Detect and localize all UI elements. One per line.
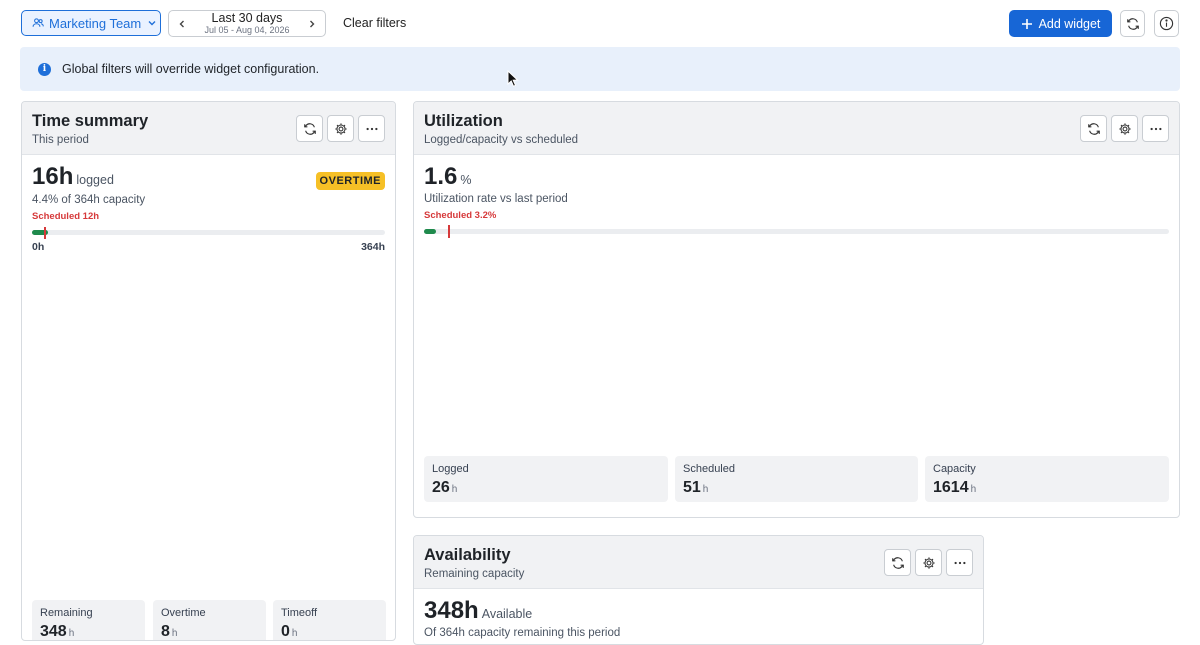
- utilization-desc: Utilization rate vs last period: [424, 193, 568, 205]
- progress-track: [32, 230, 385, 235]
- more-horizontal-icon: [365, 127, 378, 130]
- stat-unit: h: [970, 484, 977, 495]
- utilization-unit: %: [460, 173, 472, 187]
- global-filter-notice: i Global filters will override widget co…: [20, 47, 1180, 91]
- team-selector[interactable]: Marketing Team: [21, 10, 161, 36]
- users-icon: [32, 18, 44, 27]
- more-horizontal-icon: [1149, 127, 1162, 130]
- mouse-cursor-icon: [507, 70, 519, 87]
- widget-refresh-button[interactable]: [884, 549, 911, 576]
- widget-title: Utilization: [424, 112, 503, 130]
- previous-period-button[interactable]: [169, 11, 195, 36]
- info-button[interactable]: [1154, 10, 1179, 37]
- date-range-sub: Jul 05 - Aug 04, 2026: [204, 25, 290, 36]
- widget-subtitle: Logged/capacity vs scheduled: [424, 134, 579, 146]
- notice-text: Global filters will override widget conf…: [62, 62, 320, 76]
- stat-value: 51: [683, 479, 701, 496]
- widget-more-button[interactable]: [1142, 115, 1169, 142]
- plus-icon: [1021, 18, 1032, 29]
- refresh-icon: [891, 556, 904, 569]
- stat-value: 348: [40, 623, 67, 640]
- date-range-label: Last 30 days: [211, 10, 283, 25]
- time-summary-widget: Time summary This period 16h logged OVERT…: [21, 101, 396, 641]
- stat-label: Overtime: [161, 607, 206, 619]
- utilization-widget: Utilization Logged/capacity vs scheduled…: [413, 101, 1180, 518]
- stat-label: Timeoff: [281, 607, 318, 619]
- widget-header: Availability Remaining capacity: [414, 536, 983, 589]
- capacity-text: 4.4% of 364h capacity: [32, 194, 146, 206]
- widget-settings-button[interactable]: [915, 549, 942, 576]
- logged-unit: logged: [76, 173, 114, 187]
- timeoff-stat: Timeoff 0h: [273, 600, 386, 640]
- widget-more-button[interactable]: [358, 115, 385, 142]
- utilization-summary: 1.6%: [424, 163, 472, 191]
- clear-filters-button[interactable]: Clear filters: [343, 16, 406, 30]
- stat-label: Scheduled: [683, 463, 735, 475]
- add-widget-label: Add widget: [1038, 16, 1101, 31]
- stat-value: 1614: [933, 479, 969, 496]
- axis-min-label: 0h: [32, 241, 45, 253]
- stat-value: 26: [432, 479, 450, 496]
- stat-label: Remaining: [40, 607, 93, 619]
- date-range-display[interactable]: Last 30 days Jul 05 - Aug 04, 2026: [195, 12, 299, 36]
- gear-icon: [1118, 122, 1131, 135]
- logged-progress-fill: [424, 229, 436, 234]
- refresh-icon: [1126, 17, 1139, 30]
- scheduled-marker: [447, 225, 450, 238]
- widget-refresh-button[interactable]: [296, 115, 323, 142]
- scheduled-text: Scheduled 3.2%: [424, 210, 497, 221]
- info-icon: i: [38, 62, 51, 76]
- more-horizontal-icon: [953, 561, 966, 564]
- toolbar: Marketing Team Last 30 days Jul 05 - Aug…: [20, 9, 1180, 39]
- chevron-left-icon: [179, 20, 184, 27]
- axis-max-label: 364h: [361, 241, 385, 253]
- overtime-stat: Overtime 8h: [153, 600, 266, 640]
- next-period-button[interactable]: [299, 11, 325, 36]
- chevron-right-icon: [310, 20, 315, 27]
- stat-value: 8: [161, 623, 170, 640]
- chevron-down-icon: [148, 21, 156, 26]
- stat-value: 0: [281, 623, 290, 640]
- logged-stat: Logged 26 h: [424, 456, 668, 502]
- availability-desc: Of 364h capacity remaining this period: [424, 627, 621, 639]
- widget-header: Utilization Logged/capacity vs scheduled: [414, 102, 1179, 155]
- progress-track: [424, 229, 1169, 234]
- stat-label: Capacity: [933, 463, 976, 475]
- capacity-stat: Capacity 1614 h: [925, 456, 1169, 502]
- refresh-icon: [303, 122, 316, 135]
- widget-settings-button[interactable]: [327, 115, 354, 142]
- availability-widget: Availability Remaining capacity 348h Avai…: [413, 535, 984, 645]
- scheduled-text: Scheduled 12h: [32, 211, 100, 222]
- availability-summary: 348h Available: [424, 597, 532, 625]
- widget-header: Time summary This period: [22, 102, 395, 155]
- availability-unit: Available: [481, 607, 533, 621]
- refresh-icon: [1087, 122, 1100, 135]
- stat-unit: h: [451, 484, 458, 495]
- stat-label: Logged: [432, 463, 469, 475]
- info-icon: [1159, 16, 1174, 31]
- scheduled-stat: Scheduled 51 h: [675, 456, 918, 502]
- stat-unit: h: [702, 484, 709, 495]
- remaining-stat: Remaining 348 h: [32, 600, 145, 640]
- add-widget-button[interactable]: Add widget: [1009, 10, 1112, 37]
- gear-icon: [334, 122, 347, 135]
- scheduled-marker: [43, 227, 46, 239]
- utilization-value: 1.6: [424, 163, 458, 190]
- date-range-picker: Last 30 days Jul 05 - Aug 04, 2026: [168, 10, 326, 37]
- widget-refresh-button[interactable]: [1080, 115, 1107, 142]
- widget-settings-button[interactable]: [1111, 115, 1138, 142]
- overtime-badge: OVERTIME: [315, 172, 385, 190]
- refresh-all-button[interactable]: [1120, 10, 1145, 37]
- widget-more-button[interactable]: [946, 549, 973, 576]
- logged-summary: 16h logged: [32, 163, 114, 191]
- logged-value: 16h: [32, 163, 74, 190]
- availability-value: 348h: [424, 597, 479, 624]
- team-label: Marketing Team: [49, 15, 142, 31]
- gear-icon: [922, 556, 935, 569]
